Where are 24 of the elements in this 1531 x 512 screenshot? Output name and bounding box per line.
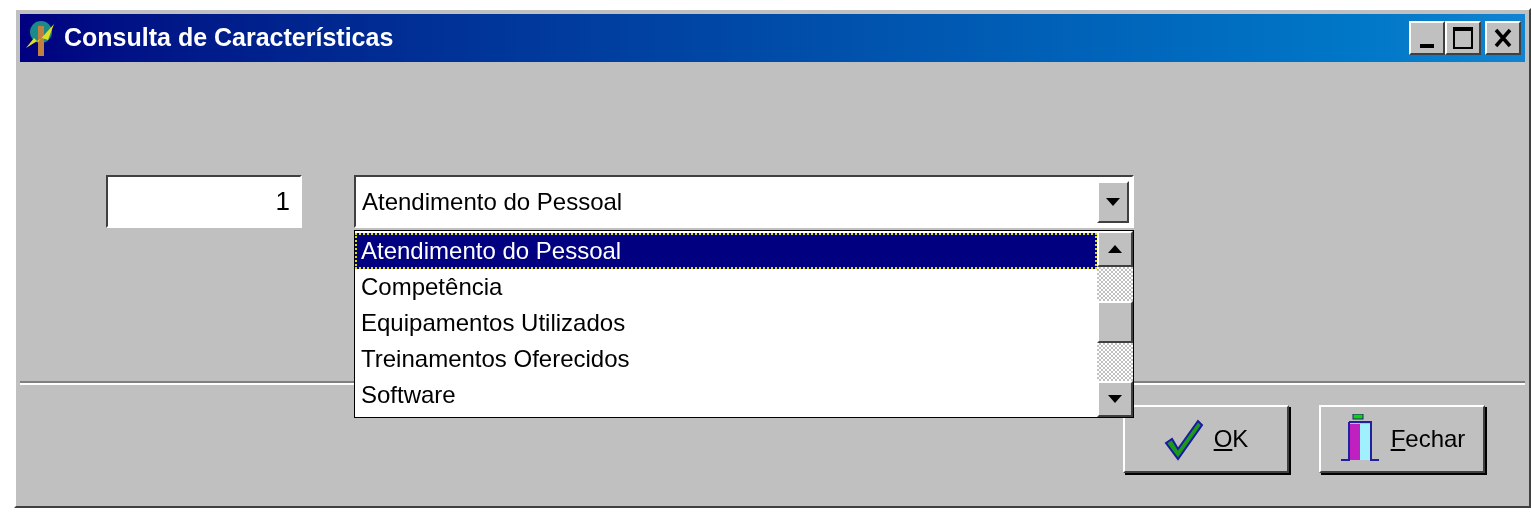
maximize-button[interactable]	[1445, 21, 1481, 55]
caret-up-icon	[1108, 245, 1122, 253]
scroll-down-button[interactable]	[1097, 381, 1133, 417]
dropdown-option[interactable]: Atendimento do Pessoal	[355, 233, 1097, 269]
dropdown-option[interactable]: Equipamentos Utilizados	[355, 305, 1097, 341]
scrollbar[interactable]	[1097, 231, 1133, 417]
minimize-button[interactable]	[1409, 21, 1445, 55]
close-icon	[1494, 28, 1512, 48]
code-field[interactable]: 1	[106, 175, 302, 228]
checkmark-icon	[1163, 417, 1204, 461]
door-icon	[1338, 414, 1381, 464]
dropdown-option[interactable]: Treinamentos Oferecidos	[355, 341, 1097, 377]
dropdown-option[interactable]: Competência	[355, 269, 1097, 305]
scroll-up-button[interactable]	[1097, 231, 1133, 267]
caret-down-icon	[1106, 197, 1120, 206]
close-dialog-button[interactable]: Fechar	[1319, 405, 1485, 473]
window-title: Consulta de Características	[64, 22, 395, 54]
caret-down-icon	[1108, 395, 1122, 403]
close-button[interactable]	[1485, 21, 1521, 55]
dropdown-arrow-button[interactable]	[1097, 180, 1129, 223]
dropdown-option[interactable]: Software	[355, 377, 1097, 413]
ok-button[interactable]: OK	[1123, 405, 1289, 473]
characteristic-dropdown[interactable]: Atendimento do Pessoal	[354, 175, 1134, 228]
scroll-thumb[interactable]	[1097, 301, 1133, 343]
